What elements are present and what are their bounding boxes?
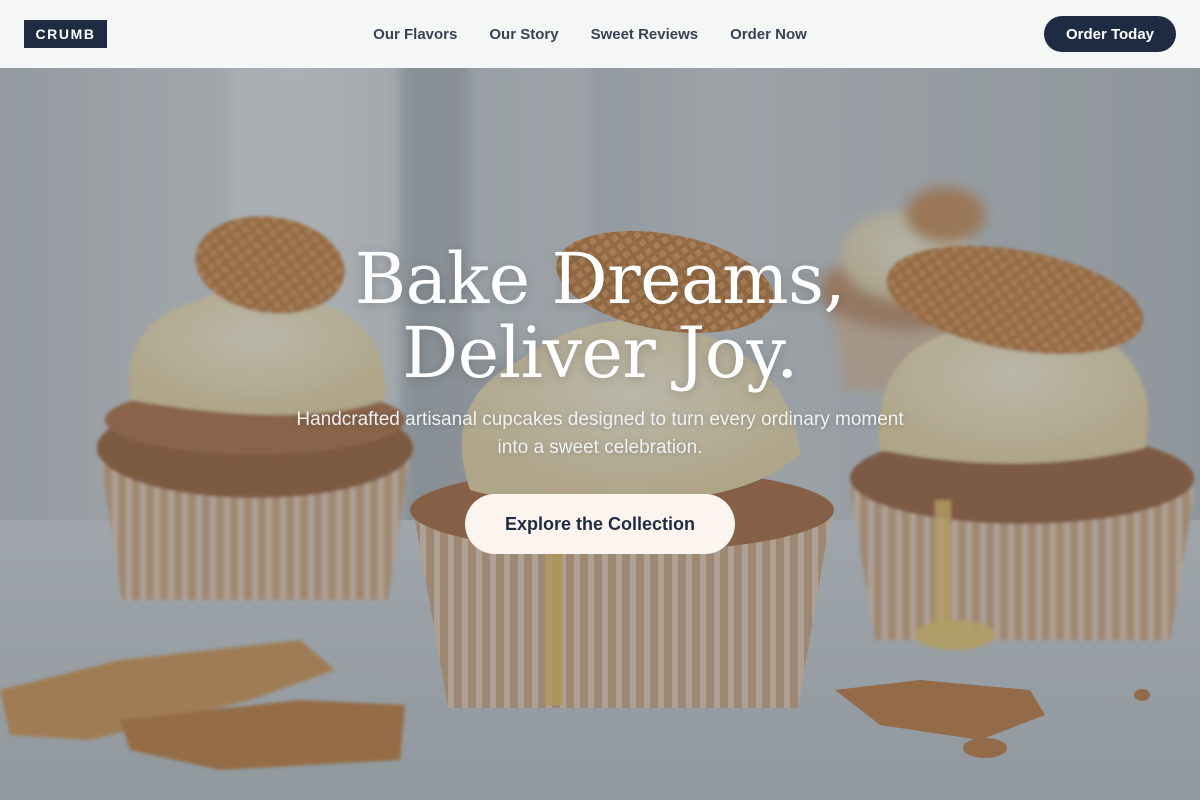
brand-logo[interactable]: CRUMB: [24, 20, 107, 48]
hero-headline: Bake Dreams, Deliver Joy.: [0, 242, 1200, 390]
nav-link-our-story[interactable]: Our Story: [489, 26, 558, 43]
order-today-button[interactable]: Order Today: [1044, 16, 1176, 52]
explore-collection-button[interactable]: Explore the Collection: [465, 494, 735, 554]
hero-headline-line-2: Deliver Joy.: [402, 312, 798, 394]
hero-section: Bake Dreams, Deliver Joy. Handcrafted ar…: [0, 242, 1200, 554]
nav-link-order-now[interactable]: Order Now: [730, 26, 807, 43]
top-navbar: CRUMB Our Flavors Our Story Sweet Review…: [0, 0, 1200, 68]
nav-link-sweet-reviews[interactable]: Sweet Reviews: [591, 26, 699, 43]
nav-link-our-flavors[interactable]: Our Flavors: [373, 26, 457, 43]
hero-subheadline: Handcrafted artisanal cupcakes designed …: [296, 409, 904, 458]
main-nav: Our Flavors Our Story Sweet Reviews Orde…: [0, 0, 1200, 68]
hero-headline-line-1: Bake Dreams,: [354, 238, 846, 320]
